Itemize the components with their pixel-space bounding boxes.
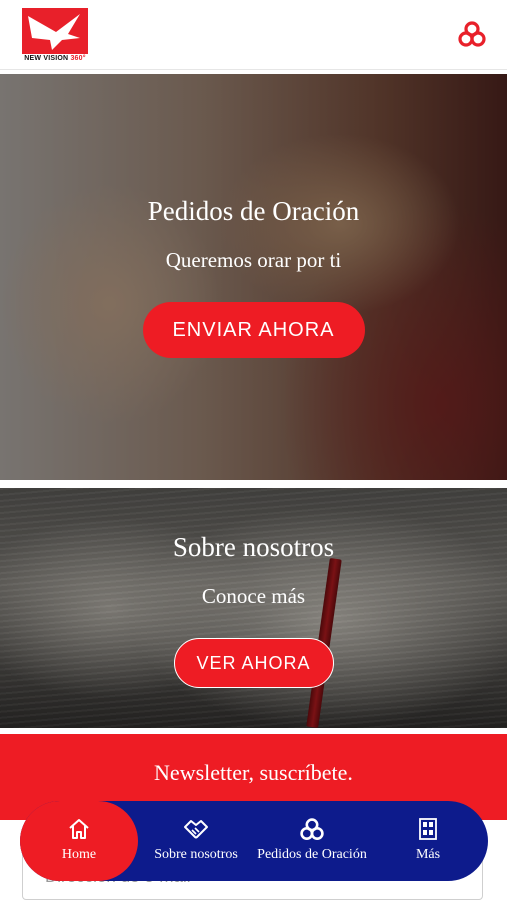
nav-label-sobre-nosotros: Sobre nosotros <box>154 847 238 862</box>
handshake-icon <box>184 820 208 839</box>
about-banner-title: Sobre nosotros <box>172 532 335 562</box>
home-icon <box>69 819 89 839</box>
bottom-navigation: Home Sobre nosotros Pedidos de Oración M… <box>20 801 488 881</box>
about-banner-subtitle: Conoce más <box>201 584 306 608</box>
newsletter-title: Newsletter, suscríbete. <box>154 760 353 785</box>
nav-item-home[interactable]: Home <box>20 801 138 881</box>
grid-icon <box>419 818 437 840</box>
prayer-requests-banner: Pedidos de Oración Queremos orar por ti … <box>0 74 507 480</box>
nav-item-sobre-nosotros[interactable]: Sobre nosotros <box>142 801 250 881</box>
nav-item-mas[interactable]: Más <box>376 801 480 881</box>
prayer-banner-subtitle: Queremos orar por ti <box>165 248 342 272</box>
trinity-knot-icon <box>300 818 324 840</box>
logo[interactable]: NEW VISION 360° <box>22 8 88 64</box>
send-now-button[interactable]: ENVIAR AHORA <box>142 302 365 358</box>
nav-label-pedidos: Pedidos de Oración <box>257 847 367 862</box>
about-us-banner: Sobre nosotros Conoce más VER AHORA <box>0 488 507 728</box>
logo-text: NEW VISION 360° <box>24 55 86 62</box>
nav-item-pedidos[interactable]: Pedidos de Oración <box>256 801 368 881</box>
see-now-button[interactable]: VER AHORA <box>173 638 334 688</box>
app-header: NEW VISION 360° <box>0 0 507 70</box>
nav-label-home: Home <box>61 847 97 862</box>
prayer-banner-title: Pedidos de Oración <box>147 196 360 226</box>
logo-bird-mark <box>22 8 88 54</box>
banner-overlay <box>0 74 507 480</box>
nav-label-mas: Más <box>415 847 441 862</box>
trinity-knot-icon[interactable] <box>457 20 487 50</box>
